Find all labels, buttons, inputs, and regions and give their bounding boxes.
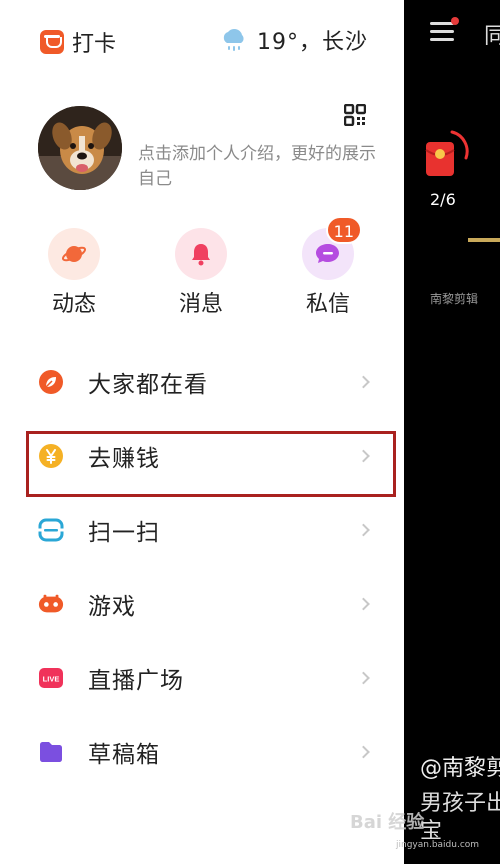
- chevron-right-icon: [357, 375, 370, 389]
- checkin-icon: [40, 30, 64, 54]
- red-packet-icon[interactable]: [422, 128, 470, 184]
- quick-actions: 动态 消息 11 私信: [0, 216, 404, 318]
- quick-action-feed[interactable]: 动态: [24, 228, 124, 318]
- menu-item-label: 去赚钱: [88, 446, 160, 472]
- drawer-menu: 大家都在看 去赚钱 扫一扫 游戏 LIVE 直播广场 草稿箱: [0, 345, 404, 789]
- chevron-right-icon: [357, 597, 370, 611]
- menu-item-drafts[interactable]: 草稿箱: [0, 715, 404, 789]
- bell-icon: [192, 244, 210, 266]
- progress-line: [468, 238, 500, 242]
- yen-coin-icon: [39, 444, 63, 468]
- chevron-right-icon: [357, 449, 370, 463]
- menu-item-trending[interactable]: 大家都在看: [0, 345, 404, 419]
- dog-photo: [38, 106, 122, 190]
- side-drawer: 打卡 19°，长沙 点击添加个人介绍，更好的展示自己 动态 消息 11 私信 大…: [0, 0, 404, 864]
- planet-icon: [61, 246, 87, 262]
- quick-action-label: 私信: [305, 292, 350, 317]
- gamepad-icon: [38, 594, 64, 613]
- menu-item-earn-money[interactable]: 去赚钱: [0, 419, 404, 497]
- quick-action-label: 动态: [51, 292, 96, 317]
- profile-intro[interactable]: 点击添加个人介绍，更好的展示自己: [138, 142, 378, 192]
- weather-widget[interactable]: 19°，长沙: [219, 24, 368, 56]
- menu-item-scan[interactable]: 扫一扫: [0, 493, 404, 567]
- scan-icon: [38, 518, 64, 542]
- menu-item-label: 游戏: [88, 594, 136, 620]
- cloud-rain-icon: [223, 28, 244, 51]
- baidu-watermark-url: jingyan.baidu.com: [396, 840, 480, 850]
- checkin-button[interactable]: 打卡: [40, 26, 116, 58]
- svg-text:LIVE: LIVE: [43, 675, 60, 684]
- menu-item-label: 扫一扫: [88, 520, 160, 546]
- caption-line: 男孩子出: [420, 791, 500, 816]
- chat-bubble-icon: [316, 244, 339, 263]
- live-icon: LIVE: [39, 668, 63, 688]
- weather-text: 19°，长沙: [257, 30, 368, 55]
- leaf-icon: [39, 370, 63, 394]
- menu-icon[interactable]: [430, 17, 459, 42]
- drawer-top-bar: 打卡 19°，长沙: [0, 0, 404, 80]
- notification-dot: [451, 17, 459, 25]
- chevron-right-icon: [357, 671, 370, 685]
- video-author-handle[interactable]: @南黎剪: [420, 750, 500, 782]
- baidu-watermark: Bai 经验: [350, 812, 425, 833]
- menu-item-live-plaza[interactable]: LIVE 直播广场: [0, 641, 404, 715]
- checkin-label: 打卡: [72, 32, 117, 57]
- background-video-area: 同 2/6 南黎剪辑 @南黎剪 男孩子出 宝: [404, 0, 500, 864]
- unread-badge: 11: [325, 216, 362, 244]
- quick-action-private-messages[interactable]: 11 私信: [278, 216, 378, 318]
- avatar[interactable]: [38, 106, 122, 190]
- menu-item-games[interactable]: 游戏: [0, 567, 404, 641]
- qr-code-icon[interactable]: [344, 104, 366, 126]
- menu-item-label: 直播广场: [88, 668, 184, 694]
- profile-section: 点击添加个人介绍，更好的展示自己: [0, 100, 404, 200]
- video-caption: 男孩子出 宝: [420, 790, 500, 846]
- chevron-right-icon: [357, 523, 370, 537]
- quick-action-messages[interactable]: 消息: [151, 228, 251, 318]
- menu-item-label: 大家都在看: [88, 372, 208, 398]
- author-name-peek: 南黎剪辑: [430, 292, 479, 306]
- nav-tab-peek[interactable]: 同: [484, 18, 500, 50]
- menu-item-label: 草稿箱: [88, 742, 160, 768]
- red-packet-progress: 2/6: [430, 190, 456, 209]
- quick-action-label: 消息: [178, 292, 223, 317]
- folder-icon: [40, 742, 62, 762]
- chevron-right-icon: [357, 745, 370, 759]
